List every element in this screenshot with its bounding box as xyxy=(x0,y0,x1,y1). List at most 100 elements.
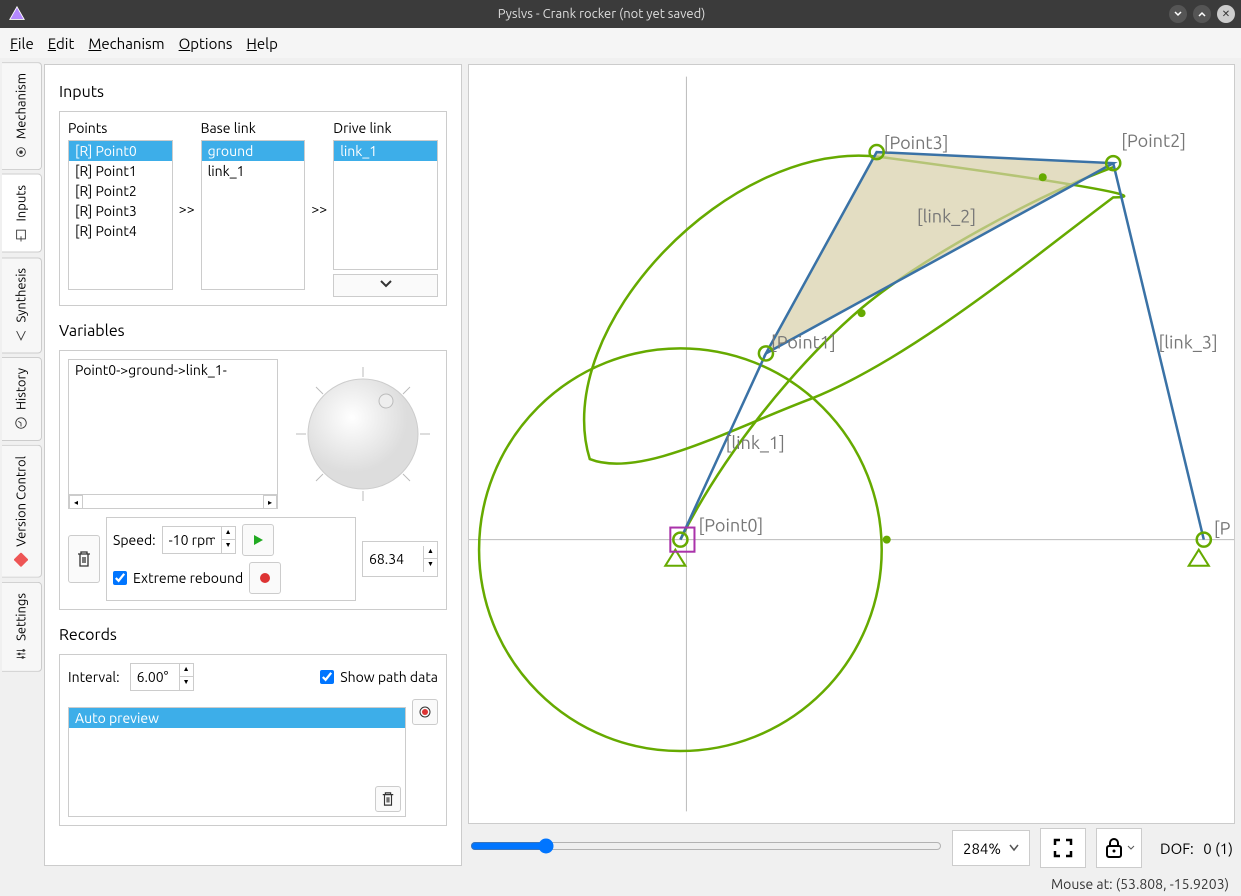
delete-variable-button[interactable] xyxy=(68,535,100,583)
show-path-checkbox[interactable]: Show path data xyxy=(320,669,438,685)
interval-input[interactable] xyxy=(131,667,179,687)
synthesis-icon xyxy=(15,328,29,342)
list-item[interactable]: [R] Point3 xyxy=(69,201,172,221)
list-item[interactable]: link_1 xyxy=(202,161,305,181)
tab-inputs[interactable]: Inputs xyxy=(2,174,42,253)
baselink-listbox[interactable]: ground link_1 xyxy=(201,140,306,290)
git-icon xyxy=(15,553,29,567)
link3-label: [link_3] xyxy=(1159,332,1218,352)
zoom-combo[interactable]: 284% xyxy=(952,830,1030,866)
canvas-toolbar: 284% DOF: 0 (1) xyxy=(468,824,1235,872)
inputs-icon xyxy=(15,228,29,242)
link1-label: [link_1] xyxy=(726,433,785,453)
record-icon xyxy=(418,705,432,719)
list-item[interactable]: [R] Point2 xyxy=(69,181,172,201)
list-item[interactable]: Auto preview xyxy=(69,708,405,728)
window-title: Pyslvs - Crank rocker (not yet saved) xyxy=(34,7,1169,21)
stop-record-icon xyxy=(258,571,272,585)
spin-up[interactable]: ▲ xyxy=(179,664,193,677)
extreme-rebound-input[interactable] xyxy=(113,571,127,585)
list-item[interactable]: [R] Point0 xyxy=(69,141,172,161)
window-titlebar: Pyslvs - Crank rocker (not yet saved) ✕ xyxy=(0,0,1241,28)
spin-down[interactable]: ▼ xyxy=(221,540,235,553)
mechanism-canvas[interactable]: [Point0] [Point1] [Point2] [Point3] [lin… xyxy=(468,64,1235,824)
inputs-panel: Inputs Points [R] Point0 [R] Point1 [R] … xyxy=(44,64,462,866)
inputs-title: Inputs xyxy=(59,83,447,101)
list-item[interactable]: [R] Point1 xyxy=(69,161,172,181)
variables-listbox[interactable]: Point0->ground->link_1- ◂ ▸ xyxy=(68,359,278,509)
side-tab-strip: Mechanism Inputs Synthesis History Versi… xyxy=(0,58,44,872)
arrow-separator: >> xyxy=(177,201,197,217)
spin-up[interactable]: ▲ xyxy=(221,527,235,540)
link2-label: [link_2] xyxy=(917,207,976,227)
play-button[interactable] xyxy=(242,524,274,556)
gear-icon xyxy=(15,145,29,159)
chevron-down-icon xyxy=(1127,845,1135,851)
speed-spinbox[interactable]: ▲▼ xyxy=(162,526,236,554)
angle-spinbox[interactable]: ▲▼ xyxy=(362,541,438,577)
menu-options[interactable]: Options xyxy=(179,35,233,52)
trash-icon xyxy=(381,791,395,807)
record-button[interactable] xyxy=(412,699,438,725)
point1-label: [Point1] xyxy=(771,332,836,352)
clock-icon xyxy=(15,416,29,430)
menu-file[interactable]: File xyxy=(10,35,34,52)
list-item[interactable]: ground xyxy=(202,141,305,161)
stop-button[interactable] xyxy=(249,562,281,594)
chevron-down-icon xyxy=(379,279,393,289)
dof-display: DOF: 0 (1) xyxy=(1160,840,1233,857)
drivelink-listbox[interactable]: link_1 xyxy=(333,140,438,270)
window-minimize-button[interactable] xyxy=(1169,5,1187,23)
tab-history[interactable]: History xyxy=(2,357,42,441)
speed-label: Speed: xyxy=(113,532,156,548)
angle-input[interactable] xyxy=(363,549,423,569)
list-item[interactable]: [R] Point4 xyxy=(69,221,172,241)
tab-mechanism[interactable]: Mechanism xyxy=(2,62,42,170)
spin-up[interactable]: ▲ xyxy=(423,546,437,559)
menu-edit[interactable]: Edit xyxy=(48,35,75,52)
points-label: Points xyxy=(68,120,173,136)
add-variable-button[interactable] xyxy=(333,274,438,297)
menu-help[interactable]: Help xyxy=(246,35,277,52)
scroll-right-button[interactable]: ▸ xyxy=(263,495,277,509)
window-maximize-button[interactable] xyxy=(1193,5,1211,23)
tab-version-control[interactable]: Version Control xyxy=(2,445,42,578)
extreme-rebound-checkbox[interactable]: Extreme rebound xyxy=(113,570,243,586)
menu-bar: File Edit Mechanism Options Help xyxy=(0,28,1241,58)
lock-button[interactable] xyxy=(1096,828,1142,868)
sliders-icon xyxy=(15,647,29,661)
scroll-left-button[interactable]: ◂ xyxy=(69,495,83,509)
horizontal-scrollbar[interactable]: ◂ ▸ xyxy=(69,494,277,508)
spin-down[interactable]: ▼ xyxy=(179,677,193,690)
mouse-position: Mouse at: (53.808, -15.9203) xyxy=(1051,876,1229,892)
list-item[interactable]: link_1 xyxy=(334,141,437,161)
zoom-slider[interactable] xyxy=(470,838,942,858)
trash-icon xyxy=(76,550,92,568)
speed-input[interactable] xyxy=(163,530,221,550)
tab-settings[interactable]: Settings xyxy=(2,582,42,672)
window-close-button[interactable]: ✕ xyxy=(1217,5,1235,23)
delete-record-button[interactable] xyxy=(375,786,401,812)
spin-down[interactable]: ▼ xyxy=(423,559,437,572)
zoom-range-input[interactable] xyxy=(470,838,942,854)
records-listbox[interactable]: Auto preview xyxy=(68,707,406,817)
point3-label: [Point3] xyxy=(884,133,949,153)
list-item[interactable]: Point0->ground->link_1- xyxy=(69,360,277,380)
tab-synthesis[interactable]: Synthesis xyxy=(2,257,42,353)
drivelink-label: Drive link xyxy=(333,120,438,136)
interval-spinbox[interactable]: ▲▼ xyxy=(130,663,194,691)
status-bar: Mouse at: (53.808, -15.9203) xyxy=(0,872,1241,896)
points-listbox[interactable]: [R] Point0 [R] Point1 [R] Point2 [R] Poi… xyxy=(68,140,173,290)
play-icon xyxy=(251,533,265,547)
interval-label: Interval: xyxy=(68,669,120,685)
expand-icon xyxy=(1052,837,1074,859)
pointP-label: [P xyxy=(1214,519,1231,539)
records-title: Records xyxy=(59,626,447,644)
arrow-separator: >> xyxy=(309,201,329,217)
show-path-input[interactable] xyxy=(320,670,334,684)
menu-mechanism[interactable]: Mechanism xyxy=(88,35,164,52)
lock-icon xyxy=(1104,837,1124,859)
angle-dial[interactable] xyxy=(288,359,438,509)
point0-label: [Point0] xyxy=(699,516,764,536)
fit-button[interactable] xyxy=(1040,828,1086,868)
